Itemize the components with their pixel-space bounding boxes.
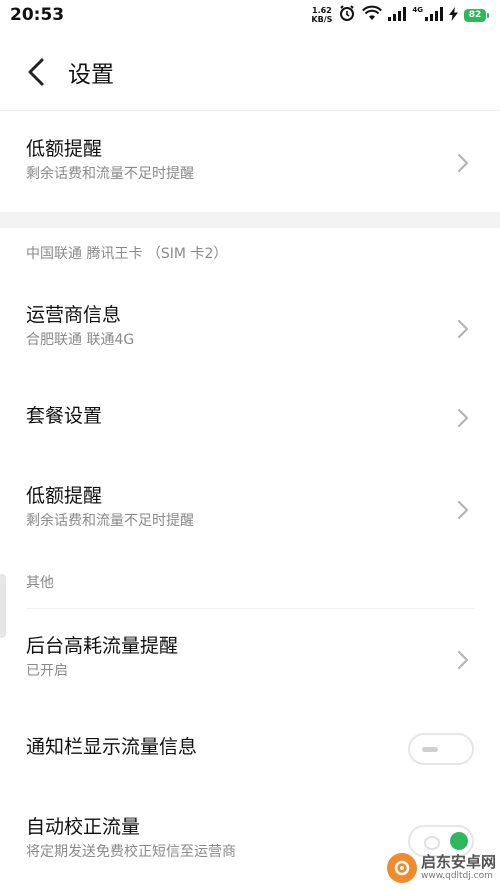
row-plan-settings[interactable]: 套餐设置 [0,404,500,434]
watermark-logo-icon [386,853,417,883]
chevron-right-icon [457,319,469,339]
watermark-name: 启东安卓网 [420,853,496,871]
page-title: 设置 [68,62,114,88]
wifi-icon [362,5,383,25]
back-button[interactable] [16,52,56,92]
chevron-right-icon [457,500,469,520]
status-time: 20:53 [10,5,65,25]
toggle-ring [424,836,440,850]
row-title: 低额提醒 [26,485,103,507]
battery-indicator: 82 [464,8,489,22]
signal-icon-sim2 [425,6,443,25]
row-subtitle: 剩余话费和流量不足时提醒 [26,166,194,182]
row-title: 后台高耗流量提醒 [26,635,179,657]
section-divider [26,608,474,609]
charging-icon [449,6,458,25]
section-separator [0,212,500,228]
chevron-right-icon [457,153,469,173]
network-type: 4G [412,6,423,14]
status-icons: 1.62 KB/S 4G 82 [311,4,489,26]
chevron-left-icon [28,58,44,86]
edge-swipe-handle[interactable] [0,574,6,638]
chevron-right-icon [457,408,469,428]
status-bar: 20:53 1.62 KB/S 4G 82 [0,0,500,30]
watermark-text: 启东安卓网 www.qdltdj.com [421,854,496,882]
row-subtitle: 剩余话费和流量不足时提醒 [26,513,194,529]
network-speed: 1.62 KB/S [311,6,332,24]
toggle-on-knob [450,832,468,850]
row-subtitle: 合肥联通 联通4G [26,332,135,348]
section-label-other: 其他 [26,575,54,591]
row-title: 低额提醒 [26,138,103,160]
row-title: 运营商信息 [26,304,122,326]
row-low-balance-reminder-sim2[interactable]: 低额提醒 剩余话费和流量不足时提醒 [0,484,500,542]
row-subtitle: 已开启 [26,663,68,679]
signal-icon-sim1 [388,6,407,25]
row-background-usage-alert[interactable]: 后台高耗流量提醒 已开启 [0,634,500,692]
toggle-off-indicator [422,747,438,752]
watermark-url: www.qdltdj.com [420,871,493,881]
network-speed-unit: KB/S [311,15,333,24]
alarm-icon [338,4,356,26]
notification-traffic-toggle[interactable] [408,733,474,765]
watermark: 启东安卓网 www.qdltdj.com [386,853,496,883]
page-header: 设置 [0,40,500,104]
network-speed-value: 1.62 [312,6,332,15]
section-label-sim2: 中国联通 腾讯王卡 （SIM 卡2） [26,246,228,262]
chevron-right-icon [457,650,469,670]
row-carrier-info[interactable]: 运营商信息 合肥联通 联通4G [0,303,500,361]
header-divider [0,110,500,111]
row-title: 套餐设置 [26,405,103,427]
row-low-balance-reminder-top[interactable]: 低额提醒 剩余话费和流量不足时提醒 [0,137,500,195]
